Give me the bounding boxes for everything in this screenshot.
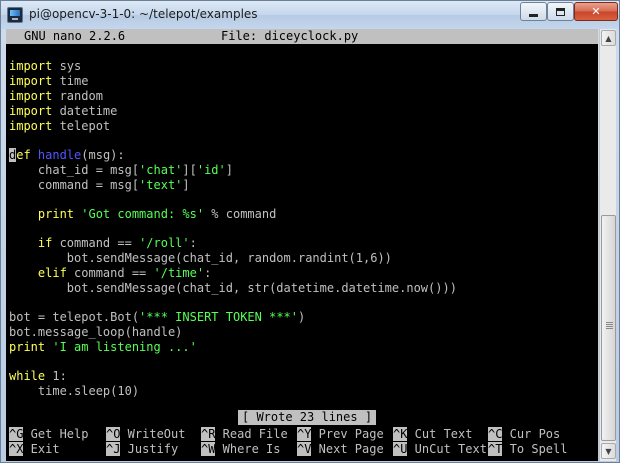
maximize-button[interactable]: [547, 2, 574, 21]
code-line: bot = telepot.Bot('*** INSERT TOKEN ***'…: [9, 310, 306, 324]
nano-status-message: [ Wrote 23 lines ]: [238, 410, 377, 425]
code-line: import telepot: [9, 119, 111, 133]
shortcut-cur-pos[interactable]: ^C Cur Pos: [488, 427, 560, 442]
terminal-screen[interactable]: GNU nano 2.2.6 File: diceyclock.py impor…: [6, 29, 598, 461]
code-line: time.sleep(10): [9, 384, 140, 398]
grip-icon: [606, 322, 613, 323]
scrollbar-thumb[interactable]: [601, 215, 616, 441]
putty-app-icon[interactable]: [7, 7, 23, 23]
shortcut-prev-page[interactable]: ^Y Prev Page: [297, 427, 384, 442]
code-line: bot.sendMessage(chat_id, random.randint(…: [9, 251, 392, 265]
arrow-down-icon: ▼: [605, 446, 612, 456]
code-line: import random: [9, 89, 103, 103]
shortcut-to-spell[interactable]: ^T To Spell: [488, 442, 567, 457]
shortcut-cut-text[interactable]: ^K Cut Text: [393, 427, 472, 442]
shortcut-exit[interactable]: ^X Exit: [9, 442, 60, 457]
vertical-scrollbar[interactable]: ▲ ▼: [599, 29, 616, 461]
code-line: def handle(msg):: [9, 148, 125, 162]
shortcut-where-is[interactable]: ^W Where Is: [201, 442, 280, 457]
code-line: if command == '/roll':: [9, 236, 197, 250]
shortcut-justify[interactable]: ^J Justify: [106, 442, 178, 457]
nano-header-bar: GNU nano 2.2.6 File: diceyclock.py: [6, 29, 598, 44]
minimize-icon: [529, 13, 538, 17]
code-line: import datetime: [9, 104, 118, 118]
code-line: print 'Got command: %s' % command: [9, 207, 277, 221]
code-line: chat_id = msg['chat']['id']: [9, 163, 233, 177]
code-line: command = msg['text']: [9, 178, 190, 192]
terminal-window: pi@opencv-3-1-0: ~/telepot/examples ✕ GN…: [0, 0, 620, 463]
code-line: print 'I am listening ...': [9, 340, 197, 354]
shortcut-read-file[interactable]: ^R Read File: [201, 427, 288, 442]
nano-version: GNU nano 2.2.6: [24, 29, 126, 43]
nano-file-name: File: diceyclock.py: [221, 29, 359, 43]
shortcut-uncut-text[interactable]: ^U UnCut Text: [393, 442, 487, 457]
close-icon: ✕: [591, 5, 601, 18]
shortcut-writeout[interactable]: ^O WriteOut: [106, 427, 185, 442]
window-title: pi@opencv-3-1-0: ~/telepot/examples: [29, 7, 258, 21]
shortcut-get-help[interactable]: ^G Get Help: [9, 427, 88, 442]
code-line: bot.message_loop(handle): [9, 325, 183, 339]
arrow-up-icon: ▲: [605, 33, 612, 43]
code-line: while 1:: [9, 369, 67, 383]
scroll-up-button[interactable]: ▲: [601, 30, 616, 46]
minimize-button[interactable]: [520, 2, 547, 21]
code-line: bot.sendMessage(chat_id, str(datetime.da…: [9, 281, 457, 295]
code-line: import sys: [9, 59, 82, 73]
title-bar[interactable]: pi@opencv-3-1-0: ~/telepot/examples ✕: [1, 1, 619, 29]
shortcut-next-page[interactable]: ^V Next Page: [297, 442, 384, 457]
scroll-down-button[interactable]: ▼: [601, 443, 616, 459]
close-button[interactable]: ✕: [574, 2, 618, 21]
maximize-icon: [556, 7, 565, 16]
code-line: import time: [9, 74, 89, 88]
code-line: elif command == '/time':: [9, 266, 212, 280]
